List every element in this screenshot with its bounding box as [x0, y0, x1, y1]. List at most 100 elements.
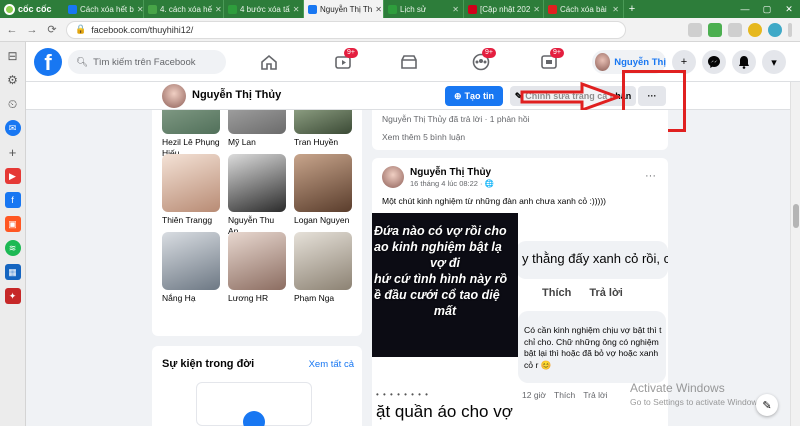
close-icon[interactable]: ✕ — [778, 0, 800, 18]
reply-link[interactable]: Trả lời — [583, 390, 607, 400]
tab-close-icon[interactable]: ✕ — [137, 5, 143, 14]
life-events-title: Sự kiện trong đời — [162, 358, 255, 370]
back-icon[interactable]: ← — [6, 24, 18, 36]
see-all-link[interactable]: Xem tất cả — [309, 359, 354, 370]
friend-item[interactable]: Logan Nguyen — [294, 154, 352, 226]
tab-close-icon[interactable]: ✕ — [612, 5, 619, 14]
extension-icon[interactable] — [728, 22, 742, 37]
watch-icon[interactable]: 9+ — [332, 48, 358, 72]
comment-time: 12 giờ — [522, 390, 547, 400]
facebook-logo[interactable]: f — [34, 48, 62, 76]
browser-tab[interactable]: Cách xóa hết b ✕ — [64, 0, 144, 18]
friend-item[interactable]: Nắng Hạ — [162, 232, 220, 304]
tab-favicon-icon — [148, 4, 157, 14]
forward-icon[interactable]: → — [26, 24, 38, 36]
account-menu-icon[interactable]: ▾ — [762, 50, 786, 74]
youtube-icon[interactable]: ▶ — [4, 168, 21, 184]
tab-label: Lịch sử — [400, 4, 427, 14]
tab-close-icon[interactable]: ✕ — [215, 5, 222, 14]
settings-icon[interactable]: ⚙ — [5, 72, 21, 88]
browser-tab[interactable]: 4. cách xóa hế ✕ — [144, 0, 224, 18]
gaming-badge: 9+ — [550, 48, 564, 58]
friends-card: Hezil Lê Phụng Hiếu Mỹ Lan Tran Huyền Thiên… — [152, 110, 362, 336]
friend-item[interactable]: Lương HR — [228, 232, 286, 304]
calendar-icon[interactable]: ▦ — [4, 264, 21, 280]
home-icon[interactable] — [258, 52, 280, 72]
browser-tab[interactable]: 4 bước xóa tấ ✕ — [224, 0, 304, 18]
search-icon: 🔍︎ — [76, 56, 89, 68]
meme-line: hứ cứ tình hình này rồ — [374, 272, 508, 286]
avatar[interactable] — [162, 84, 186, 108]
shopping-icon[interactable]: ▣ — [4, 216, 21, 232]
messenger-icon[interactable] — [702, 50, 726, 74]
image-overlay-text: ặt quần áo cho vợ — [376, 402, 513, 421]
facebook-icon[interactable]: f — [4, 192, 21, 208]
friend-photo — [228, 110, 286, 134]
extension-icon[interactable] — [748, 22, 762, 37]
browser-tab[interactable]: Lịch sử ✕ — [384, 0, 464, 18]
post-author[interactable]: Nguyễn Thị Thủy — [410, 167, 491, 178]
more-comments-link[interactable]: Xem thêm 5 bình luận — [382, 132, 465, 142]
add-icon[interactable]: + — [5, 144, 21, 160]
scrollbar-thumb[interactable] — [793, 204, 799, 228]
friend-item[interactable]: Nguyễn Thu An — [228, 154, 286, 237]
post-card: Nguyễn Thị Thủy 16 tháng 4 lúc 08:22 · 🌐… — [372, 158, 668, 426]
friend-item[interactable]: Thiên Trangg — [162, 154, 220, 226]
comment-footer: 12 giờ Thích Trả lời — [522, 390, 607, 400]
post-comments-tail: Nguyễn Thị Thủy đã trả lời · 1 phản hồi … — [372, 110, 668, 150]
groups-icon[interactable]: 9+ — [470, 48, 496, 72]
friend-item[interactable]: Tran Huyền — [294, 110, 352, 148]
groups-badge: 9+ — [482, 48, 496, 58]
window-controls: — ▢ ✕ — [734, 0, 800, 18]
browser-brand[interactable]: cốc cốc — [0, 0, 64, 18]
extension-icon[interactable] — [688, 22, 702, 37]
spotify-icon[interactable]: ≋ — [4, 240, 21, 256]
reload-icon[interactable]: ⟳ — [46, 23, 58, 36]
like-link[interactable]: Thích — [554, 390, 575, 400]
url-field[interactable]: 🔒 facebook.com/thuyhihi12/ — [66, 20, 626, 39]
friend-photo — [294, 154, 352, 212]
reply-summary-link[interactable]: Nguyễn Thị Thủy đã trả lời · 1 phản hồi — [382, 114, 529, 124]
facebook-search-input[interactable]: 🔍︎ Tìm kiếm trên Facebook — [68, 50, 226, 74]
notifications-icon[interactable] — [732, 50, 756, 74]
page-scrollbar[interactable] — [790, 82, 800, 426]
friend-item[interactable]: Mỹ Lan — [228, 110, 286, 148]
reply-link[interactable]: Trả lời — [589, 287, 623, 299]
panel-toggle-icon[interactable]: ⊟ — [5, 48, 21, 64]
avatar[interactable] — [382, 166, 404, 188]
friend-name: Thiên Trangg — [162, 215, 213, 225]
browser-tab[interactable]: Cách xóa bài ✕ — [544, 0, 624, 18]
browser-tab[interactable]: Nguyễn Thị Th ✕ — [304, 0, 384, 18]
new-tab-icon[interactable]: + — [624, 0, 640, 18]
friend-name: Phạm Nga — [294, 293, 335, 303]
profile-name[interactable]: Nguyễn Thị Thủy — [192, 89, 281, 101]
post-image[interactable]: Đứa nào có vợ rồi cho ao kinh nghiệm bật… — [372, 213, 518, 357]
marketplace-icon[interactable] — [398, 52, 420, 72]
download-icon[interactable] — [708, 22, 722, 37]
post-menu-icon[interactable]: ··· — [645, 170, 656, 182]
tab-close-icon[interactable]: ✕ — [375, 5, 382, 14]
tab-close-icon[interactable]: ✕ — [452, 5, 459, 14]
new-message-icon[interactable]: ✎ — [756, 394, 778, 416]
minimize-icon[interactable]: — — [734, 0, 756, 18]
maximize-icon[interactable]: ▢ — [756, 0, 778, 18]
tab-label: 4 bước xóa tấ — [240, 4, 290, 14]
friend-item[interactable]: Phạm Nga — [294, 232, 352, 304]
messenger-icon[interactable]: ✉ — [4, 120, 21, 136]
history-icon[interactable]: ⏲ — [5, 96, 21, 112]
profile-shortcut-name: Nguyễn Thị — [614, 56, 666, 68]
menu-icon[interactable] — [788, 22, 792, 37]
extension-icon[interactable] — [768, 22, 782, 37]
avatar — [595, 53, 611, 71]
friend-item[interactable]: Hezil Lê Phụng Hiếu — [162, 110, 220, 159]
news-icon[interactable]: ✦ — [4, 288, 21, 304]
create-story-button[interactable]: ⊕ Tạo tin — [445, 86, 503, 106]
post-timestamp[interactable]: 16 tháng 4 lúc 08:22 · 🌐 — [410, 179, 494, 188]
gaming-icon[interactable]: 9+ — [538, 48, 564, 72]
tab-label: [Cập nhật 202 — [480, 4, 531, 14]
like-link[interactable]: Thích — [542, 287, 571, 299]
browser-tab[interactable]: [Cập nhật 202 ✕ — [464, 0, 544, 18]
tab-close-icon[interactable]: ✕ — [533, 5, 540, 14]
tab-close-icon[interactable]: ✕ — [293, 5, 300, 14]
life-event-item[interactable] — [196, 382, 312, 426]
